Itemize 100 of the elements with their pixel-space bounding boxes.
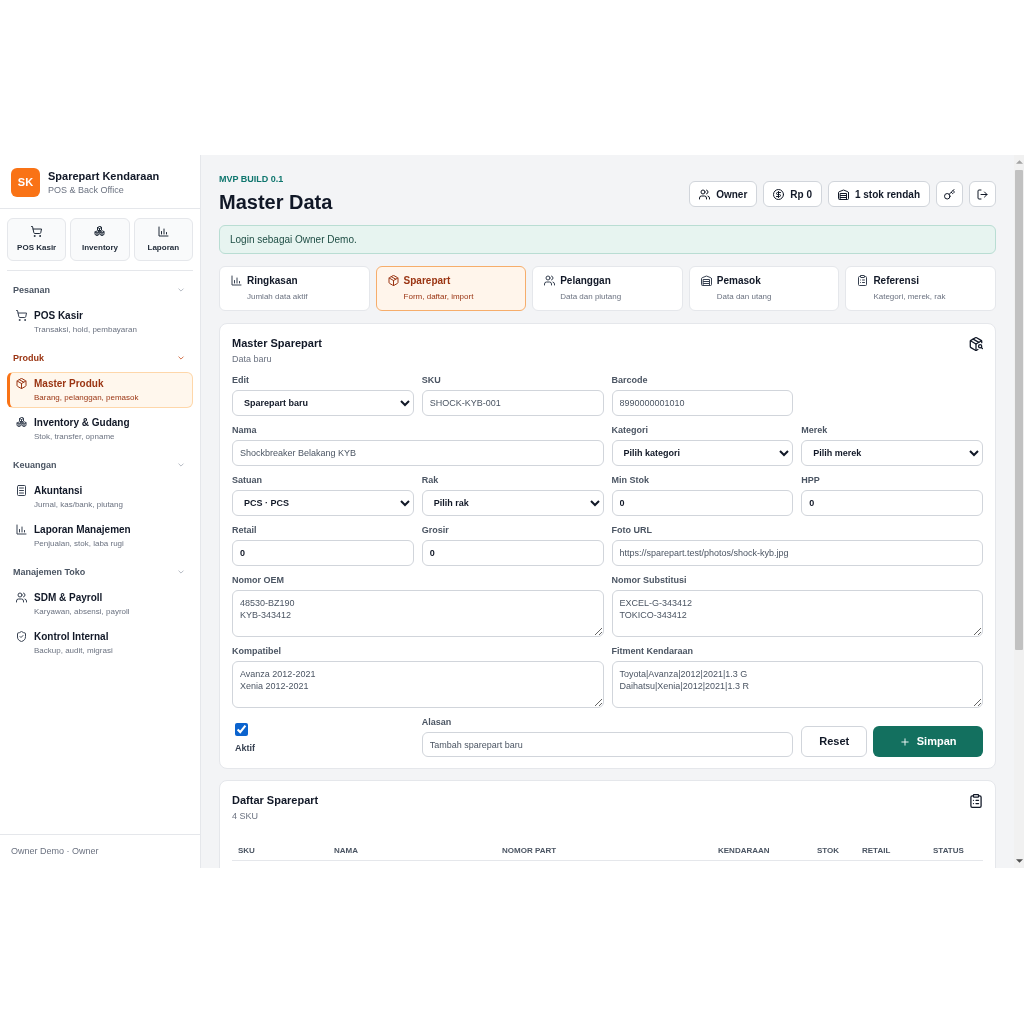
- select-field[interactable]: Pilih merek: [801, 440, 983, 466]
- select-field[interactable]: Pilih rak: [421, 490, 604, 516]
- bar-chart-icon: [231, 275, 242, 286]
- quick-action-button[interactable]: POS Kasir: [7, 218, 67, 261]
- field-label: Nomor OEM: [232, 575, 285, 586]
- package-icon: [16, 378, 27, 389]
- reset-button[interactable]: Reset: [801, 726, 868, 757]
- field-label: SKU: [421, 375, 442, 386]
- text-input[interactable]: Shockbreaker Belakang KYB: [232, 440, 604, 466]
- field-label: Kategori: [611, 425, 649, 436]
- text-input[interactable]: Tambah sparepart baru: [421, 732, 794, 757]
- column-header: KENDARAAN: [718, 846, 770, 855]
- footer-user-label: Owner Demo · Owner: [11, 844, 99, 858]
- field-label: Merek: [801, 425, 829, 436]
- bar-chart-icon: [16, 524, 27, 535]
- scrollbar[interactable]: [1014, 155, 1024, 868]
- bar-chart-icon: [157, 226, 169, 237]
- active-checkbox[interactable]: [235, 723, 248, 736]
- select-field[interactable]: Sparepart baru: [232, 390, 414, 416]
- column-header: NAMA: [334, 846, 358, 855]
- textarea-field[interactable]: 48530-BZ190 KYB-343412: [232, 590, 604, 637]
- card-subtitle: 4 SKU: [232, 810, 259, 822]
- nav-item[interactable]: POS Kasir Transaksi, hold, pembayaran: [7, 304, 193, 340]
- column-header: RETAIL: [862, 846, 891, 855]
- app-logo: SK: [11, 168, 40, 197]
- users-icon: [544, 275, 556, 286]
- chevron-down-icon: [177, 354, 185, 362]
- select-field[interactable]: PCS · PCS: [232, 490, 414, 516]
- field-label: Nama: [232, 425, 258, 436]
- balance-button[interactable]: Rp 0: [763, 181, 822, 207]
- card-title: Master Sparepart: [232, 337, 322, 350]
- tab[interactable]: Pelanggan Data dan piutang: [532, 266, 683, 311]
- tab[interactable]: Ringkasan Jumlah data aktif: [219, 266, 370, 311]
- boxes-icon: [94, 226, 106, 237]
- warehouse-icon: [837, 188, 849, 200]
- textarea-field[interactable]: Toyota|Avanza|2012|2021|1.3 G Daihatsu|Xenia|2012|2021|1.3 R: [611, 661, 983, 708]
- cart-icon: [31, 226, 43, 237]
- column-header: NOMOR PART: [502, 846, 557, 855]
- nav-item[interactable]: Kontrol Internal Backup, audit, migrasi: [7, 625, 193, 661]
- page-title: Master Data: [219, 190, 333, 214]
- column-header: STOK: [817, 846, 840, 855]
- chevron-down-icon: [177, 286, 185, 294]
- app-subtitle: POS & Back Office: [48, 184, 125, 196]
- text-input[interactable]: 0: [611, 490, 794, 516]
- tab[interactable]: Referensi Kategori, merek, rak: [845, 266, 996, 311]
- cart-icon: [16, 310, 27, 321]
- text-input[interactable]: SHOCK-KYB-001: [421, 390, 604, 416]
- section-toggle[interactable]: Keuangan: [7, 459, 193, 471]
- text-input[interactable]: 0: [801, 490, 983, 516]
- save-button[interactable]: Simpan: [873, 726, 983, 757]
- info-alert: Login sebagai Owner Demo.: [219, 225, 996, 254]
- quick-action-button[interactable]: Laporan: [133, 218, 193, 261]
- package-search-icon: [969, 337, 983, 351]
- nav-item[interactable]: Akuntansi Jurnal, kas/bank, piutang: [7, 479, 193, 515]
- field-label: Kompatibel: [232, 646, 282, 657]
- low-stock-button[interactable]: 1 stok rendah: [827, 181, 930, 207]
- section-toggle[interactable]: Pesanan: [7, 284, 193, 296]
- warehouse-icon: [700, 275, 712, 286]
- card-title: Daftar Sparepart: [232, 794, 319, 807]
- package-icon: [387, 275, 399, 286]
- textarea-field[interactable]: Avanza 2012-2021 Xenia 2012-2021: [232, 661, 604, 708]
- owner-button[interactable]: Owner: [689, 181, 758, 207]
- nav-item[interactable]: Master Produk Barang, pelanggan, pemasok: [7, 372, 193, 408]
- checkbox-label: Aktif: [235, 743, 255, 754]
- text-input[interactable]: 0: [421, 540, 604, 566]
- field-label: Barcode: [611, 375, 649, 386]
- chevron-down-icon: [177, 461, 185, 469]
- build-label: MVP BUILD 0.1: [219, 174, 285, 185]
- column-header: SKU: [238, 846, 255, 855]
- nav-item[interactable]: Inventory & Gudang Stok, transfer, opname: [7, 411, 193, 447]
- field-label: Edit: [232, 375, 250, 386]
- text-input[interactable]: 0: [232, 540, 414, 566]
- field-label: Satuan: [232, 475, 263, 486]
- tab[interactable]: Pemasok Data dan utang: [688, 266, 840, 311]
- key-button[interactable]: [936, 181, 963, 207]
- column-header: STATUS: [933, 846, 964, 855]
- select-field[interactable]: Pilih kategori: [611, 440, 794, 466]
- scroll-down-icon[interactable]: [1015, 859, 1023, 863]
- text-input[interactable]: 8990000001010: [611, 390, 794, 416]
- chevron-down-icon: [177, 568, 185, 576]
- nav-item[interactable]: SDM & Payroll Karyawan, absensi, payroll: [7, 586, 193, 622]
- section-toggle[interactable]: Produk: [7, 352, 193, 364]
- users-icon: [16, 592, 27, 603]
- clipboard-list-icon: [857, 275, 869, 286]
- field-label: Foto URL: [611, 525, 653, 536]
- shield-check-icon: [16, 631, 27, 642]
- text-input[interactable]: https://sparepart.test/photos/shock-kyb.jpg: [611, 540, 983, 566]
- nav-item[interactable]: Laporan Manajemen Penjualan, stok, laba rugi: [7, 518, 193, 554]
- field-label: Grosir: [421, 525, 450, 536]
- quick-action-button[interactable]: Inventory: [70, 218, 130, 261]
- field-label: Nomor Substitusi: [611, 575, 688, 586]
- logout-button[interactable]: [969, 181, 996, 207]
- scroll-up-icon[interactable]: [1015, 160, 1023, 164]
- plus-icon: [899, 736, 910, 747]
- clipboard-list-icon: [969, 794, 983, 808]
- scrollbar-thumb[interactable]: [1015, 170, 1023, 650]
- section-toggle[interactable]: Manajemen Toko: [7, 566, 193, 578]
- textarea-field[interactable]: EXCEL-G-343412 TOKICO-343412: [611, 590, 983, 637]
- tab[interactable]: Sparepart Form, daftar, import: [375, 266, 527, 311]
- key-icon: [944, 188, 955, 200]
